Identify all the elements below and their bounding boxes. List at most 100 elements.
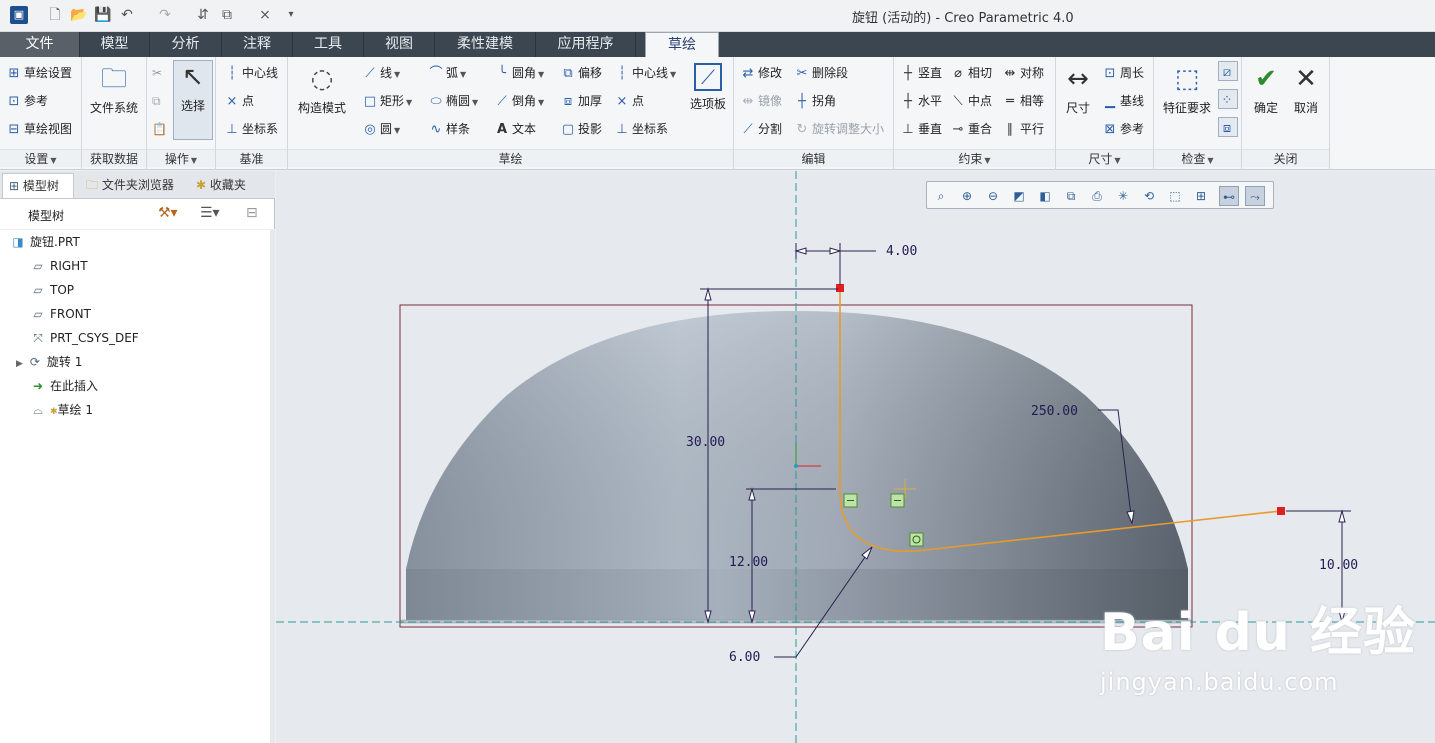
group-dimension-label[interactable]: 尺寸 ▼ [1056,149,1153,167]
line-button[interactable]: ⟋ 线 ▼ [362,63,400,83]
circle-button[interactable]: ◎ 圆 ▼ [362,119,400,139]
regenerate-icon[interactable]: ⇵ [194,6,212,24]
open-file-icon[interactable]: 📂 [70,6,88,24]
cut-icon[interactable]: ✂ [152,63,162,83]
dim-6[interactable]: 6.00 [729,650,760,665]
group-inspect-label[interactable]: 检查 ▼ [1154,149,1241,167]
ok-button[interactable]: ✔ 确定 [1246,63,1286,116]
tree-item-front[interactable]: ▱ FRONT [30,303,91,325]
zoom-in-icon[interactable]: ⊕ [957,186,977,206]
rectangle-button[interactable]: □ 矩形 ▼ [362,91,412,111]
text-button[interactable]: A 文本 [494,119,536,139]
sketch-setup-button[interactable]: ⊞ 草绘设置 [6,63,72,83]
datum-csys-button[interactable]: ⊥ 坐标系 [224,119,278,139]
select-button[interactable]: ↖ 选择 [173,60,213,140]
datum-display-icon[interactable]: ✳ [1113,186,1133,206]
project-button[interactable]: ▢ 投影 [560,119,602,139]
sketch-view-button[interactable]: ⊟ 草绘视图 [6,119,72,139]
spline-button[interactable]: ∿ 样条 [428,119,470,139]
expand-arrow-icon[interactable]: ▶ [16,359,23,369]
references-button[interactable]: ⊡ 参考 [6,91,48,111]
sketch-display-filter-icon[interactable]: ⊷ [1219,186,1239,206]
sketch-view-toggle-icon[interactable]: ⊞ [1191,186,1211,206]
fillet-button[interactable]: ╰ 圆角 ▼ [494,63,544,83]
zoom-out-icon[interactable]: ⊖ [983,186,1003,206]
tab-model[interactable]: 模型 [80,32,150,57]
display-style-icon[interactable]: ◧ [1035,186,1055,206]
midpoint-constraint-button[interactable]: ⟍ 中点 [950,91,992,111]
open-ends-toggle[interactable]: ⁘ [1218,89,1238,109]
tab-flexible-modeling[interactable]: 柔性建模 [435,32,536,57]
arc-button[interactable]: ⌒ 弧 ▼ [428,63,466,83]
tangent-constraint-marker[interactable] [909,532,924,547]
symmetric-constraint-button[interactable]: ⇹ 对称 [1002,63,1044,83]
refit-icon[interactable]: ⌕ [931,186,951,206]
tree-tools-icon[interactable]: ⚒▾ [158,205,178,221]
ellipse-button[interactable]: ⬭ 椭圆 ▼ [428,91,478,111]
dim-250[interactable]: 250.00 [1031,404,1078,419]
horizontal-constraint-button[interactable]: ┼ 水平 [900,91,942,111]
tree-item-revolve[interactable]: ▶ ⟳ 旋转 1 [16,351,82,373]
feature-requirements-button[interactable]: ⬚ 特征要求 [1156,63,1218,116]
tab-annotate[interactable]: 注释 [222,32,293,57]
tree-item-top[interactable]: ▱ TOP [30,279,74,301]
group-operations-label[interactable]: 操作 ▼ [147,149,215,167]
rotate-resize-button[interactable]: ↻ 旋转调整大小 [794,119,884,139]
close-window-icon[interactable]: ⨯ [256,6,274,24]
cancel-button[interactable]: ✕ 取消 [1286,63,1326,116]
palette-button[interactable]: ⟋ 选项板 [686,63,730,112]
tab-sketch[interactable]: 草绘 [645,32,719,57]
sketch-point-button[interactable]: × 点 [614,91,644,111]
sketch-csys-button[interactable]: ⊥ 坐标系 [614,119,668,139]
sketch-constraints-display-icon[interactable]: ⤳ [1245,186,1265,206]
tab-file[interactable]: 文件 [0,32,80,57]
offset-button[interactable]: ⧉ 偏移 [560,63,602,83]
tab-analysis[interactable]: 分析 [150,32,222,57]
dimension-button[interactable]: ↔ 尺寸 [1058,63,1098,116]
group-constrain-label[interactable]: 约束 ▼ [894,149,1055,167]
tab-folder-browser[interactable]: 🗀 文件夹浏览器 [80,173,186,198]
file-system-button[interactable]: 🗀 文件系统 [84,63,144,116]
redo-icon[interactable]: ↷ [156,6,174,24]
group-setup-label[interactable]: 设置 ▼ [0,149,81,167]
dim-10[interactable]: 10.00 [1319,558,1358,573]
reference-dim-button[interactable]: ⊠ 参考 [1102,119,1144,139]
tab-model-tree[interactable]: ⊞ 模型树 [2,173,74,198]
datum-centerline-button[interactable]: ┆ 中心线 [224,63,278,83]
shade-closed-toggle[interactable]: ⧈ [1218,117,1238,137]
datum-point-button[interactable]: × 点 [224,91,254,111]
overlapping-geometry-toggle[interactable]: ⧄ [1218,61,1238,81]
coincident-constraint-button[interactable]: ⊸ 重合 [950,119,992,139]
parallel-constraint-button[interactable]: ∥ 平行 [1002,119,1044,139]
save-icon[interactable]: 💾 [94,6,112,24]
delete-segment-button[interactable]: ✂ 删除段 [794,63,848,83]
perimeter-button[interactable]: ⊡ 周长 [1102,63,1144,83]
dim-30[interactable]: 30.00 [686,435,725,450]
vertical-constraint-button[interactable]: ┼ 竖直 [900,63,942,83]
paste-icon[interactable]: 📋 [152,119,167,139]
tree-item-insert-here[interactable]: ➜ 在此插入 [30,375,98,397]
corner-button[interactable]: ┼ 拐角 [794,91,836,111]
saved-orientations-icon[interactable]: ⧉ [1061,186,1081,206]
windows-icon[interactable]: ⧉ [218,6,236,24]
tangent-constraint-button[interactable]: ⌀ 相切 [950,63,992,83]
perpendicular-constraint-button[interactable]: ⊥ 垂直 [900,119,942,139]
tab-applications[interactable]: 应用程序 [536,32,636,57]
tree-item-right[interactable]: ▱ RIGHT [30,255,87,277]
tree-settings-icon[interactable]: ☰▾ [200,205,220,221]
sketch-endpoint-top[interactable] [836,284,844,292]
tab-tools[interactable]: 工具 [293,32,364,57]
customize-toolbar-icon[interactable]: ▾ [282,6,300,24]
new-file-icon[interactable]: 🗋 [46,6,64,24]
construction-mode-button[interactable]: ◌ 构造模式 [292,63,352,116]
tree-item-csys[interactable]: ⤧ PRT_CSYS_DEF [30,327,139,349]
repaint-icon[interactable]: ◩ [1009,186,1029,206]
sketch-endpoint-right[interactable] [1277,507,1285,515]
annotation-display-icon[interactable]: ⬚ [1165,186,1185,206]
dim-4[interactable]: 4.00 [886,244,917,259]
spin-center-icon[interactable]: ⟲ [1139,186,1159,206]
thicken-button[interactable]: ⧈ 加厚 [560,91,602,111]
undo-icon[interactable]: ↶ [118,6,136,24]
tree-item-sketch[interactable]: ⌓ ✱草绘 1 [30,399,93,421]
tree-filter-icon[interactable]: ⊟ [246,205,258,221]
